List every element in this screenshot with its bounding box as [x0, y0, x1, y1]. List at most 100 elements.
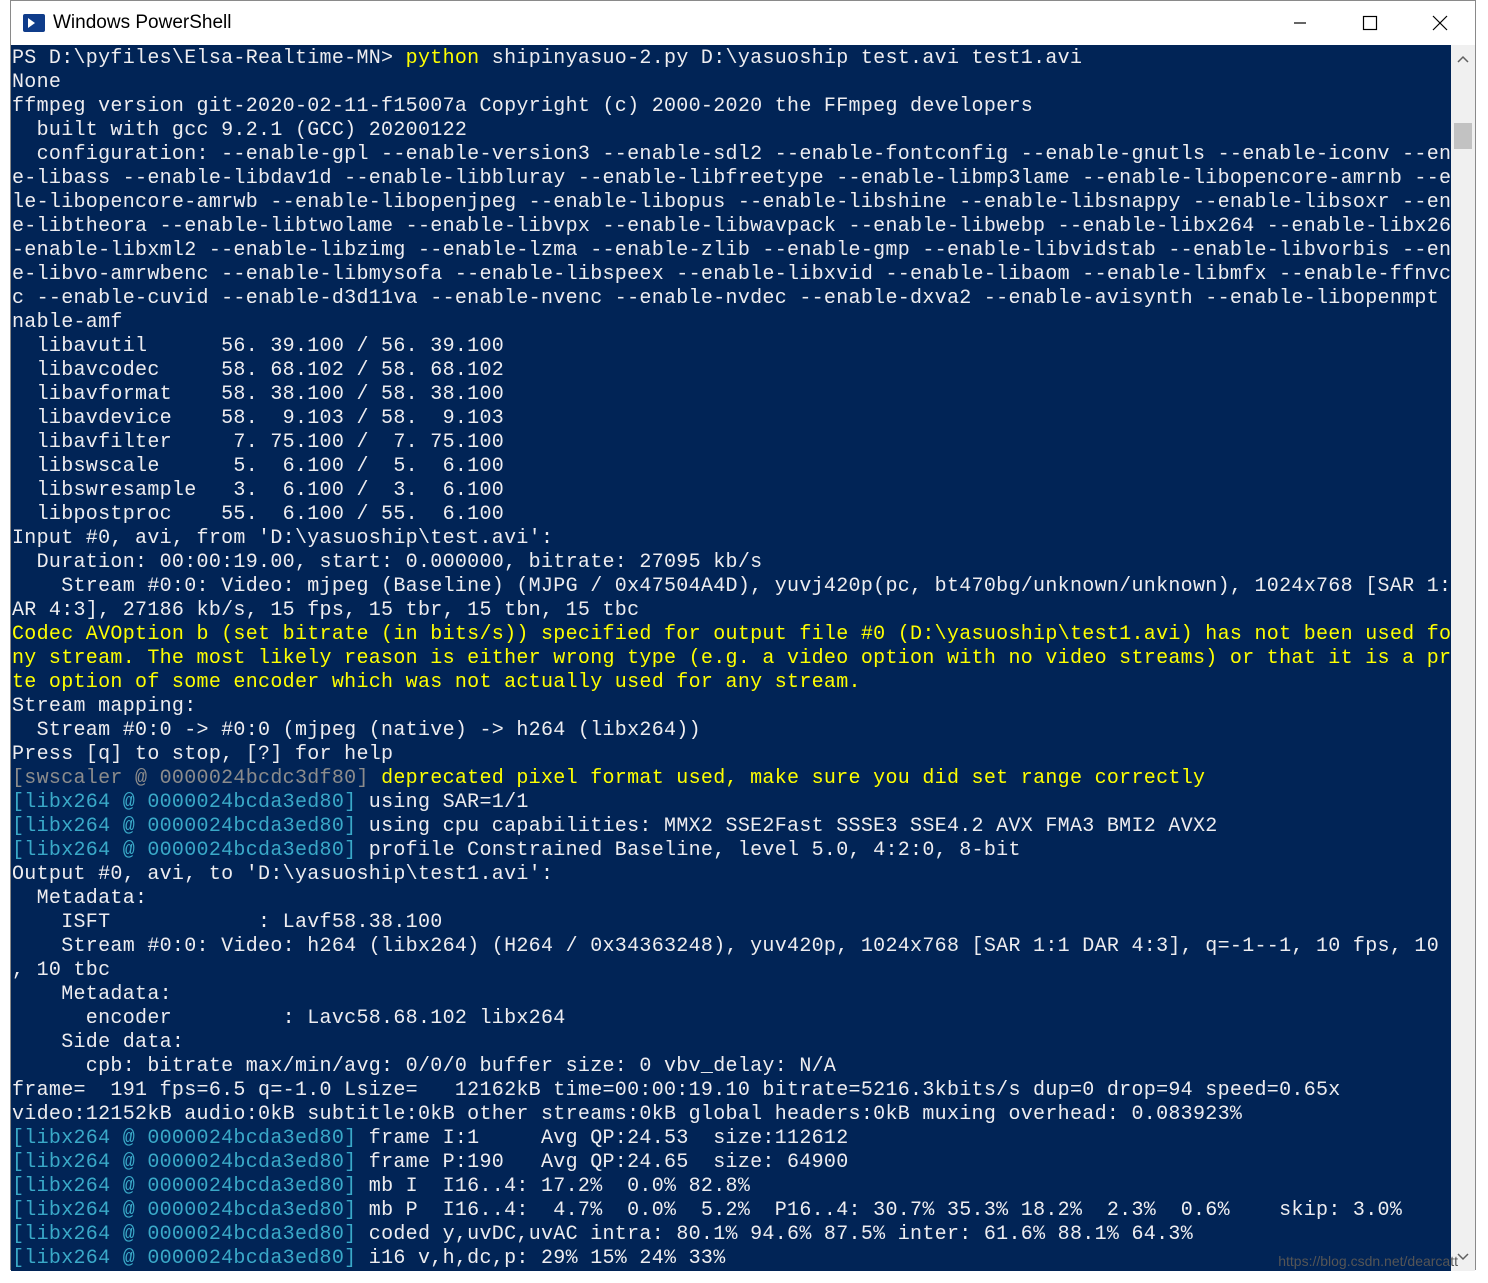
terminal-line: configuration: --enable-gpl --enable-ver… — [11, 143, 1452, 167]
terminal-text: Codec AVOption b (set bitrate (in bits/s… — [12, 623, 1452, 646]
terminal-text: video:12152kB audio:0kB subtitle:0kB oth… — [12, 1103, 1243, 1126]
terminal-line: e-libvo-amrwbenc --enable-libmysofa --en… — [11, 263, 1452, 287]
terminal-text: libavformat 58. 38.100 / 58. 38.100 — [12, 383, 505, 406]
maximize-button[interactable] — [1335, 1, 1405, 45]
terminal-line: Stream mapping: — [11, 695, 1452, 719]
terminal-lines: PS D:\pyfiles\Elsa-Realtime-MN> python s… — [11, 45, 1452, 1271]
terminal-text: libpostproc 55. 6.100 / 55. 6.100 — [12, 503, 505, 526]
terminal-text: frame P:190 Avg QP:24.65 size: 64900 — [368, 1151, 849, 1174]
terminal-text: frame I:1 Avg QP:24.53 size:112612 — [368, 1127, 849, 1150]
terminal-text: Metadata: — [12, 983, 172, 1006]
terminal-text: i16 v,h,dc,p: 29% 15% 24% 33% — [368, 1247, 726, 1270]
terminal-text: libswresample 3. 6.100 / 3. 6.100 — [12, 479, 505, 502]
terminal-text: le-libopencore-amrwb --enable-libopenjpe… — [12, 191, 1452, 214]
window-controls — [1265, 1, 1475, 45]
terminal-text: libswscale 5. 6.100 / 5. 6.100 — [12, 455, 505, 478]
terminal-text: Stream #0:0: Video: mjpeg (Baseline) (MJ… — [12, 575, 1452, 598]
terminal-line: [libx264 @ 0000024bcda3ed80] mb I I16..4… — [11, 1175, 1452, 1199]
close-icon — [1432, 15, 1448, 31]
terminal-text: [libx264 @ 0000024bcda3ed80] — [12, 1151, 369, 1174]
minimize-button[interactable] — [1265, 1, 1335, 45]
terminal-line: c --enable-cuvid --enable-d3d11va --enab… — [11, 287, 1452, 311]
terminal-text: None — [12, 71, 62, 94]
terminal-text: [libx264 @ 0000024bcda3ed80] — [12, 1127, 369, 1150]
terminal-text: deprecated pixel format used, make sure … — [381, 767, 1206, 790]
terminal-text: encoder : Lavc58.68.102 libx264 — [12, 1007, 566, 1030]
terminal-text: Side data: — [12, 1031, 185, 1054]
terminal-line: le-libopencore-amrwb --enable-libopenjpe… — [11, 191, 1452, 215]
terminal-text: [libx264 @ 0000024bcda3ed80] — [12, 1223, 369, 1246]
terminal-line: libavformat 58. 38.100 / 58. 38.100 — [11, 383, 1452, 407]
terminal-line: libavutil 56. 39.100 / 56. 39.100 — [11, 335, 1452, 359]
terminal-line: cpb: bitrate max/min/avg: 0/0/0 buffer s… — [11, 1055, 1452, 1079]
terminal-text: nable-amf — [12, 311, 123, 334]
terminal-text: Input #0, avi, from 'D:\yasuoship\test.a… — [12, 527, 554, 550]
terminal-line: [libx264 @ 0000024bcda3ed80] profile Con… — [11, 839, 1452, 863]
terminal-text: , 10 tbc — [12, 959, 111, 982]
chevron-up-icon — [1457, 55, 1469, 63]
terminal-text: ffmpeg version git-2020-02-11-f15007a Co… — [12, 95, 1034, 118]
terminal-text: shipinyasuo-2.py D:\yasuoship test.avi t… — [479, 47, 1083, 70]
terminal-line: ISFT : Lavf58.38.100 — [11, 911, 1452, 935]
close-button[interactable] — [1405, 1, 1475, 45]
terminal-text: libavfilter 7. 75.100 / 7. 75.100 — [12, 431, 505, 454]
terminal-output[interactable]: PS D:\pyfiles\Elsa-Realtime-MN> python s… — [11, 45, 1452, 1271]
terminal-line: Duration: 00:00:19.00, start: 0.000000, … — [11, 551, 1452, 575]
terminal-line: libavfilter 7. 75.100 / 7. 75.100 — [11, 431, 1452, 455]
terminal-line: ny stream. The most likely reason is eit… — [11, 647, 1452, 671]
terminal-text: c --enable-cuvid --enable-d3d11va --enab… — [12, 287, 1452, 310]
terminal-line: te option of some encoder which was not … — [11, 671, 1452, 695]
terminal-line: None — [11, 71, 1452, 95]
scroll-up-button[interactable] — [1451, 45, 1475, 73]
chevron-down-icon — [1457, 1253, 1469, 1261]
vertical-scrollbar[interactable] — [1451, 45, 1475, 1271]
terminal-text: profile Constrained Baseline, level 5.0,… — [368, 839, 1021, 862]
powershell-window: Windows PowerShell PS D:\pyfiles\Elsa-Re… — [10, 0, 1476, 1271]
terminal-text: ISFT : Lavf58.38.100 — [12, 911, 443, 934]
terminal-text: libavcodec 58. 68.102 / 58. 68.102 — [12, 359, 505, 382]
terminal-text: e-libtheora --enable-libtwolame --enable… — [12, 215, 1452, 238]
terminal-text: built with gcc 9.2.1 (GCC) 20200122 — [12, 119, 468, 142]
title-bar[interactable]: Windows PowerShell — [11, 1, 1475, 45]
terminal-line: libavcodec 58. 68.102 / 58. 68.102 — [11, 359, 1452, 383]
terminal-line: Codec AVOption b (set bitrate (in bits/s… — [11, 623, 1452, 647]
terminal-text: Metadata: — [12, 887, 148, 910]
terminal-line: Side data: — [11, 1031, 1452, 1055]
minimize-icon — [1294, 22, 1306, 24]
terminal-text: e-libass --enable-libdav1d --enable-libb… — [12, 167, 1452, 190]
terminal-line: [swscaler @ 0000024bcdc3df80] deprecated… — [11, 767, 1452, 791]
terminal-text: [libx264 @ 0000024bcda3ed80] — [12, 815, 369, 838]
terminal-text: [swscaler @ 0000024bcdc3df80] — [12, 767, 382, 790]
terminal-text: mb P I16..4: 4.7% 0.0% 5.2% P16..4: 30.7… — [368, 1199, 1403, 1222]
terminal-line: ffmpeg version git-2020-02-11-f15007a Co… — [11, 95, 1452, 119]
powershell-icon — [23, 14, 45, 32]
terminal-line: Stream #0:0 -> #0:0 (mjpeg (native) -> h… — [11, 719, 1452, 743]
terminal-line: Stream #0:0: Video: h264 (libx264) (H264… — [11, 935, 1452, 959]
scrollbar-thumb[interactable] — [1454, 123, 1472, 149]
terminal-text: [libx264 @ 0000024bcda3ed80] — [12, 1175, 369, 1198]
terminal-line: Output #0, avi, to 'D:\yasuoship\test1.a… — [11, 863, 1452, 887]
maximize-icon — [1362, 15, 1378, 31]
window-title: Windows PowerShell — [53, 12, 232, 33]
terminal-text: [libx264 @ 0000024bcda3ed80] — [12, 791, 369, 814]
terminal-line: libswscale 5. 6.100 / 5. 6.100 — [11, 455, 1452, 479]
terminal-text: te option of some encoder which was not … — [12, 671, 861, 694]
terminal-text: [libx264 @ 0000024bcda3ed80] — [12, 1199, 369, 1222]
terminal-text: Stream #0:0 -> #0:0 (mjpeg (native) -> h… — [12, 719, 701, 742]
terminal-line: [libx264 @ 0000024bcda3ed80] using SAR=1… — [11, 791, 1452, 815]
terminal-text: Duration: 00:00:19.00, start: 0.000000, … — [12, 551, 763, 574]
terminal-line: PS D:\pyfiles\Elsa-Realtime-MN> python s… — [11, 47, 1452, 71]
terminal-line: [libx264 @ 0000024bcda3ed80] frame P:190… — [11, 1151, 1452, 1175]
terminal-text: [libx264 @ 0000024bcda3ed80] — [12, 839, 369, 862]
terminal-line: Input #0, avi, from 'D:\yasuoship\test.a… — [11, 527, 1452, 551]
terminal-line: [libx264 @ 0000024bcda3ed80] mb P I16..4… — [11, 1199, 1452, 1223]
terminal-text: configuration: --enable-gpl --enable-ver… — [12, 143, 1452, 166]
terminal-line: Stream #0:0: Video: mjpeg (Baseline) (MJ… — [11, 575, 1452, 599]
terminal-text: libavdevice 58. 9.103 / 58. 9.103 — [12, 407, 505, 430]
terminal-text: PS D:\pyfiles\Elsa-Realtime-MN> — [12, 47, 406, 70]
terminal-line: frame= 191 fps=6.5 q=-1.0 Lsize= 12162kB… — [11, 1079, 1452, 1103]
terminal-line: [libx264 @ 0000024bcda3ed80] coded y,uvD… — [11, 1223, 1452, 1247]
terminal-line: libpostproc 55. 6.100 / 55. 6.100 — [11, 503, 1452, 527]
terminal-line: [libx264 @ 0000024bcda3ed80] frame I:1 A… — [11, 1127, 1452, 1151]
terminal-text: Stream mapping: — [12, 695, 197, 718]
